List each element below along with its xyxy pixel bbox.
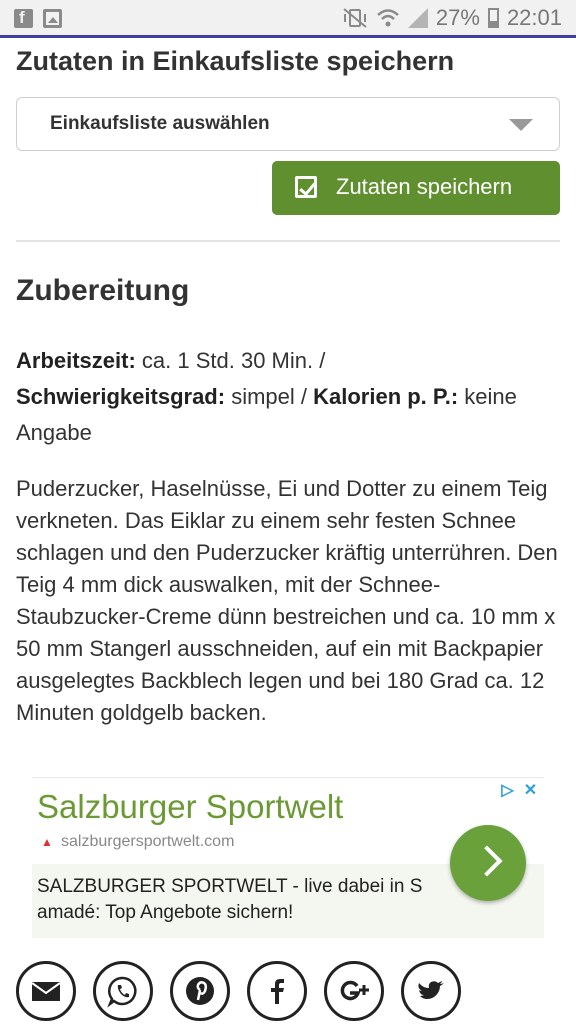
ad-description-line2: amadé: Top Angebote sichern! bbox=[37, 902, 294, 923]
difficulty-value: simpel / bbox=[225, 384, 314, 409]
ad-choices[interactable]: ▷ ✕ bbox=[496, 780, 542, 802]
whatsapp-icon bbox=[107, 976, 137, 1008]
preparation-heading: Zubereitung bbox=[16, 274, 190, 307]
ad-url[interactable]: salzburgersportwelt.com bbox=[61, 833, 234, 851]
share-twitter-button[interactable] bbox=[401, 961, 461, 1021]
email-icon bbox=[31, 982, 61, 1001]
calories-label: Kalorien p. P.: bbox=[313, 384, 459, 409]
adchoices-icon[interactable]: ▷ bbox=[496, 780, 519, 802]
battery-percent: 27% bbox=[435, 5, 480, 30]
ad-open-button[interactable] bbox=[450, 825, 526, 901]
system-icons: 27% 22:01 bbox=[342, 5, 562, 31]
checkbox-icon bbox=[295, 176, 317, 198]
shopping-list-heading: Zutaten in Einkaufsliste speichern bbox=[16, 46, 455, 76]
save-ingredients-button[interactable]: Zutaten speichern bbox=[272, 161, 560, 215]
vibrate-mute-icon bbox=[343, 8, 367, 28]
facebook-notification-icon bbox=[14, 8, 33, 28]
select-label: Einkaufsliste auswählen bbox=[50, 113, 270, 134]
twitter-icon bbox=[418, 981, 444, 999]
difficulty-label: Schwierigkeitsgrad: bbox=[16, 384, 226, 409]
share-google-plus-button[interactable] bbox=[324, 961, 384, 1021]
pinterest-icon bbox=[186, 977, 214, 1005]
ad-banner[interactable]: Salzburger Sportwelt ▲ salzburgersportwe… bbox=[32, 777, 544, 938]
work-time-value: ca. 1 Std. 30 Min. / bbox=[135, 348, 326, 373]
share-pinterest-button[interactable] bbox=[170, 961, 230, 1021]
ad-description-line1: SALZBURGER SPORTWELT - live dabei in S bbox=[37, 876, 423, 897]
wifi-icon bbox=[377, 9, 399, 27]
battery-icon bbox=[487, 8, 499, 28]
recipe-meta: Arbeitszeit: ca. 1 Std. 30 Min. / Schwie… bbox=[16, 343, 560, 451]
status-bar: 27% 22:01 bbox=[0, 0, 576, 38]
section-divider bbox=[16, 240, 560, 242]
shopping-list-select[interactable]: Einkaufsliste auswählen bbox=[16, 97, 560, 151]
ad-title[interactable]: Salzburger Sportwelt bbox=[37, 788, 343, 826]
share-facebook-button[interactable] bbox=[247, 961, 307, 1021]
save-ingredients-label: Zutaten speichern bbox=[336, 174, 513, 199]
ad-mark-icon: ▲ bbox=[41, 835, 53, 849]
google-plus-icon bbox=[340, 980, 369, 1001]
preparation-instructions: Puderzucker, Haselnüsse, Ei und Dotter z… bbox=[16, 476, 558, 725]
notification-icons bbox=[14, 8, 62, 28]
image-notification-icon bbox=[43, 9, 62, 28]
clock: 22:01 bbox=[506, 5, 562, 30]
dropdown-arrow-icon bbox=[509, 119, 533, 131]
share-email-button[interactable] bbox=[16, 961, 76, 1021]
work-time-label: Arbeitszeit: bbox=[16, 348, 136, 373]
share-whatsapp-button[interactable] bbox=[93, 961, 153, 1021]
share-bar bbox=[16, 961, 461, 1021]
ad-close-icon[interactable]: ✕ bbox=[519, 780, 542, 802]
signal-icon bbox=[407, 8, 428, 28]
facebook-icon bbox=[271, 979, 284, 1004]
